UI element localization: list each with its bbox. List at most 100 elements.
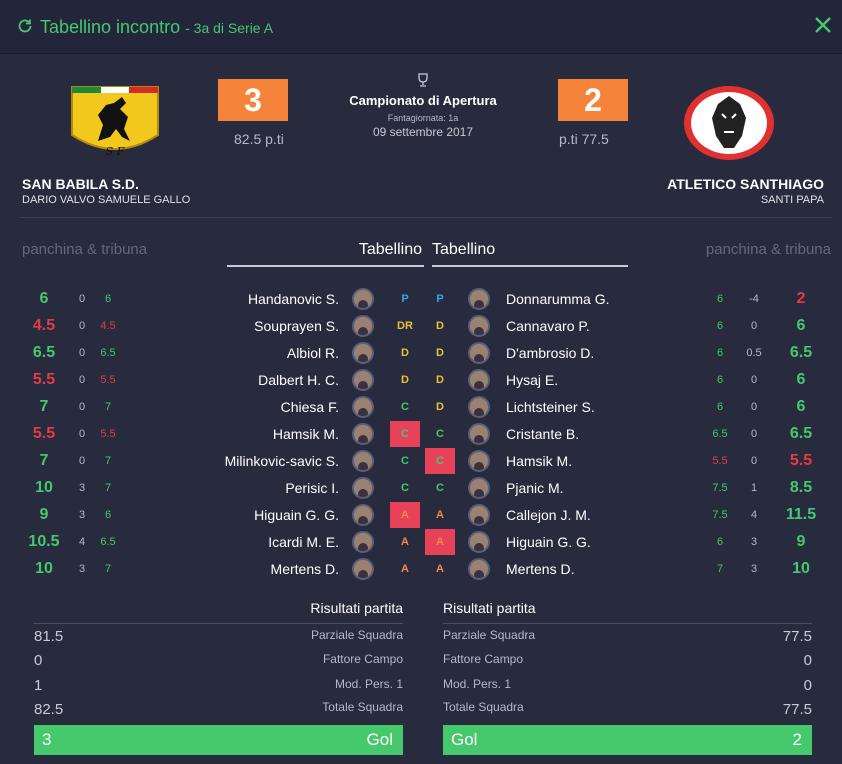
home-points: 82.5 p.ti [234,131,284,147]
home-goals-label: Gol [366,730,393,749]
home-player-avatar [352,504,374,526]
away-total-label: Totale Squadra [443,700,524,714]
home-player-name[interactable]: Higuain G. G. [254,507,339,523]
home-player-name[interactable]: Mertens D. [271,561,339,577]
home-field-value: 0 [34,652,43,669]
home-player-name[interactable]: Milinkovic-savic S. [225,453,339,469]
away-bench-link[interactable]: panchina & tribuna [706,241,831,258]
away-player-vote: 6 [716,374,724,386]
away-player-avatar [468,315,490,337]
away-player-avatar [468,477,490,499]
home-player-role: A [401,536,409,548]
home-player-name[interactable]: Icardi M. E. [268,534,339,550]
home-player-vote: 7 [104,563,112,575]
home-player-role: A [401,563,409,575]
away-player-name[interactable]: Hysaj E. [506,372,558,388]
away-field-label: Fattore Campo [443,652,524,666]
home-player-name[interactable]: Dalbert H. C. [258,372,339,388]
away-player-role: D [436,320,444,332]
trophy-icon [418,73,428,87]
home-player-total: 7 [39,398,49,415]
away-player-total: 6 [796,398,806,415]
away-team-logo [684,86,774,160]
away-results-title: Risultati partita [443,600,536,616]
home-player-total: 10 [35,560,53,577]
away-player-name[interactable]: Lichtsteiner S. [506,399,595,415]
away-player-role: C [425,448,455,474]
home-player-total: 4.5 [32,317,56,334]
table-row: 10 3 7 Perisic I. C C Pjanic M. 7.5 1 8.5 [0,475,842,502]
away-player-total: 5.5 [789,452,813,469]
away-player-avatar [468,558,490,580]
away-player-total: 10 [792,560,810,577]
home-team-logo: S F [71,86,159,158]
away-player-role: D [436,347,444,359]
home-team-name: SAN BABILA S.D. [22,176,139,192]
away-goals-value: 2 [792,730,802,749]
away-player-vote: 7.5 [712,482,728,494]
home-player-name[interactable]: Albiol R. [287,345,339,361]
away-player-name[interactable]: Hamsik M. [506,453,572,469]
away-player-total: 8.5 [789,479,813,496]
away-player-total: 6.5 [789,344,813,361]
away-field-value: 0 [803,652,812,669]
away-player-vote: 7.5 [712,509,728,521]
table-row: 10.5 4 6.5 Icardi M. E. A A Higuain G. G. 6 3 9 [0,529,842,556]
home-player-total: 5.5 [32,425,56,442]
home-player-bonus: 0 [78,401,86,413]
close-icon[interactable] [813,15,833,35]
home-partial-label: Parziale Squadra [310,628,403,642]
away-player-name[interactable]: D'ambrosio D. [506,345,594,361]
home-player-vote: 6.5 [100,347,116,359]
home-player-bonus: 0 [78,428,86,440]
home-tab-title[interactable]: Tabellino [359,241,422,259]
away-player-role: A [425,529,455,555]
title-subtitle: - 3a di Serie A [185,20,274,36]
home-team-coach: DARIO VALVO SAMUELE GALLO [22,194,191,206]
away-total-value: 77.5 [782,701,812,718]
away-player-name[interactable]: Cannavaro P. [506,318,590,334]
home-player-role: D [401,347,409,359]
home-field-label: Fattore Campo [322,652,403,666]
away-player-bonus: 3 [750,536,758,548]
away-player-name[interactable]: Cristante B. [506,426,579,442]
away-player-bonus: 0 [750,374,758,386]
away-player-vote: 7 [716,563,724,575]
home-player-name[interactable]: Chiesa F. [281,399,339,415]
away-player-role: A [436,509,444,521]
home-player-vote: 7 [104,401,112,413]
away-player-name[interactable]: Donnarumma G. [506,291,609,307]
home-player-name[interactable]: Perisic I. [285,480,339,496]
home-player-name[interactable]: Hamsik M. [273,426,339,442]
home-player-role: DR [397,320,413,332]
away-tab-title[interactable]: Tabellino [432,241,495,259]
away-player-avatar [468,504,490,526]
table-row: 5.5 0 5.5 Hamsik M. C C Cristante B. 6.5 0 6.5 [0,421,842,448]
home-player-bonus: 0 [78,374,86,386]
table-row: 4.5 0 4.5 Souprayen S. DR D Cannavaro P. 6 0 6 [0,313,842,340]
home-player-bonus: 0 [78,320,86,332]
modal-title: Tabellino incontro - 3a di Serie A [40,17,273,38]
away-mod-label: Mod. Pers. 1 [443,677,512,691]
away-player-name[interactable]: Callejon J. M. [506,507,591,523]
home-player-vote: 5.5 [100,428,116,440]
match-date: 09 settembre 2017 [372,125,474,139]
away-player-avatar [468,288,490,310]
refresh-icon[interactable] [16,17,34,35]
competition-name: Campionato di Apertura [349,93,497,108]
home-player-avatar [352,531,374,553]
away-tab-underline [432,265,628,267]
home-player-name[interactable]: Handanovic S. [248,291,339,307]
home-goals-bar: 3 Gol [34,725,403,755]
away-player-name[interactable]: Mertens D. [506,561,574,577]
title-text: Tabellino incontro [40,17,181,37]
home-tab-underline [227,265,424,267]
home-player-name[interactable]: Souprayen S. [254,318,339,334]
away-player-name[interactable]: Pjanic M. [506,480,564,496]
home-bench-link[interactable]: panchina & tribuna [22,241,147,258]
matchday: Fantagiornata: 1a [387,113,459,123]
away-player-name[interactable]: Higuain G. G. [506,534,591,550]
home-player-role: C [390,421,420,447]
away-player-vote: 6 [716,401,724,413]
away-player-avatar [468,531,490,553]
